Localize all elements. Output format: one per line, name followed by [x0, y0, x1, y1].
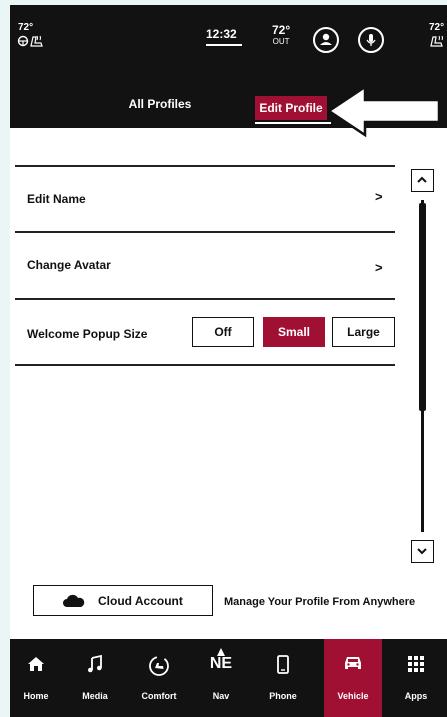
nav-heading: NE [209, 655, 233, 672]
cloud-icon [63, 594, 85, 607]
nav-home-label: Home [23, 691, 49, 701]
cloud-description: Manage Your Profile From Anywhere [224, 596, 416, 608]
apps-grid-icon [408, 656, 424, 672]
infotainment-screen: 72° 12:32 72° OUT 72° All Profiles Edit … [10, 5, 447, 717]
change-avatar-row[interactable]: Change Avatar > [15, 233, 395, 297]
popup-size-large-button[interactable]: Large [332, 317, 395, 347]
profile-icon [320, 33, 332, 45]
profile-button[interactable] [313, 27, 339, 53]
nav-phone[interactable]: Phone [252, 639, 314, 717]
nav-apps-label: Apps [404, 691, 428, 701]
welcome-popup-label: Welcome Popup Size [27, 327, 148, 341]
nav-apps[interactable]: Apps [385, 639, 447, 717]
list-divider [15, 364, 395, 366]
microphone-icon [366, 34, 376, 46]
nav-media-label: Media [82, 691, 108, 701]
active-tab-underline [255, 122, 331, 124]
scroll-down-button[interactable] [411, 540, 434, 563]
outside-temperature: 72° OUT [272, 23, 291, 47]
phone-icon [277, 655, 289, 674]
popup-size-small-button[interactable]: Small [263, 317, 325, 347]
chevron-right-icon: > [375, 189, 383, 204]
tab-edit-profile[interactable]: Edit Profile [255, 96, 327, 120]
heated-seat-icon[interactable] [429, 35, 447, 47]
comfort-icon [149, 656, 169, 676]
heated-seat-steering-icon[interactable] [17, 35, 45, 47]
chevron-down-icon [417, 548, 427, 555]
change-avatar-label: Change Avatar [27, 258, 111, 272]
nav-phone-label: Phone [269, 691, 297, 701]
clock-underline [206, 44, 242, 46]
nav-vehicle[interactable]: Vehicle [324, 639, 382, 717]
chevron-right-icon: > [375, 260, 383, 275]
music-note-icon [88, 655, 102, 673]
outside-temp-value: 72° [272, 23, 291, 37]
nav-vehicle-label: Vehicle [337, 691, 369, 701]
bottom-nav-bar: Home Media Comfort NE Nav Phone Vehicle … [10, 639, 447, 717]
nav-home[interactable]: Home [10, 639, 62, 717]
status-bar: 72° 12:32 72° OUT 72° [10, 5, 447, 80]
popup-size-off-button[interactable]: Off [192, 317, 254, 347]
nav-nav-label: Nav [212, 691, 230, 701]
home-icon [28, 657, 44, 671]
clock: 12:32 [206, 27, 237, 41]
scroll-up-button[interactable] [411, 169, 434, 192]
scrollbar-thumb[interactable] [419, 203, 426, 411]
cloud-account-label: Cloud Account [98, 594, 183, 608]
annotation-arrow-icon [327, 85, 441, 137]
nav-comfort[interactable]: Comfort [128, 639, 190, 717]
nav-comfort-label: Comfort [141, 691, 177, 701]
driver-temp[interactable]: 72° [18, 22, 33, 33]
car-icon [345, 657, 361, 669]
voice-button[interactable] [358, 27, 384, 53]
nav-nav[interactable]: NE Nav [190, 639, 252, 717]
edit-name-row[interactable]: Edit Name > [15, 167, 395, 231]
cloud-account-button[interactable]: Cloud Account [33, 585, 213, 616]
nav-media[interactable]: Media [62, 639, 128, 717]
tab-all-profiles[interactable]: All Profiles [110, 91, 210, 117]
chevron-up-icon [417, 176, 427, 183]
edit-name-label: Edit Name [27, 192, 86, 206]
passenger-temp[interactable]: 72° [429, 22, 444, 33]
outside-temp-label: OUT [272, 37, 290, 46]
